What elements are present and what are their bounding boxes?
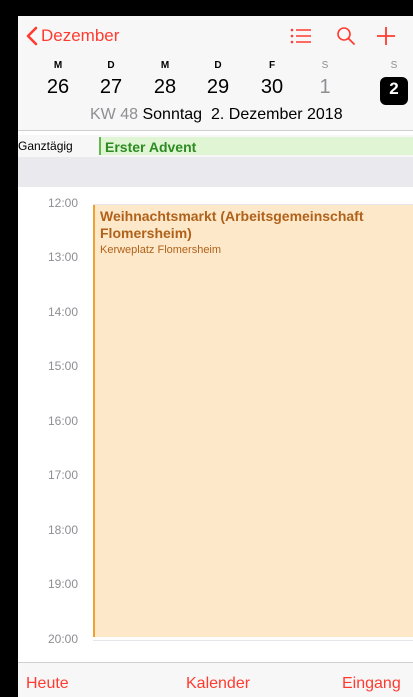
event-title: Weihnachtsmarkt (Arbeitsgemeinschaft Flo… xyxy=(100,208,364,241)
allday-event-title: Erster Advent xyxy=(105,139,197,155)
hour-label: 19:00 xyxy=(48,577,79,591)
hour-label: 12:00 xyxy=(48,196,79,210)
day-27[interactable]: 27 xyxy=(91,76,131,99)
weekday-letter-sun: S xyxy=(390,60,398,71)
day-1[interactable]: 1 xyxy=(305,76,345,99)
weekday-letter-wed: M xyxy=(160,60,170,71)
day-2-selected[interactable]: 2 xyxy=(374,79,413,99)
calendar-screen: Dezember M D M D F S S 26 27 28 29 30 1 … xyxy=(18,16,413,697)
calendar-week-label: KW 48 xyxy=(90,106,139,123)
day-29[interactable]: 29 xyxy=(198,76,238,99)
plus-icon[interactable] xyxy=(376,26,396,51)
allday-event[interactable]: Erster Advent xyxy=(99,137,413,155)
day-28[interactable]: 28 xyxy=(145,76,185,99)
today-button[interactable]: Heute xyxy=(26,675,69,693)
hour-label: 17:00 xyxy=(48,468,79,482)
hour-label: 20:00 xyxy=(48,632,79,646)
allday-separator xyxy=(18,157,413,187)
calendars-button[interactable]: Kalender xyxy=(186,675,250,693)
list-icon[interactable] xyxy=(290,26,312,51)
hour-label: 13:00 xyxy=(48,250,79,264)
weekday-letter-mon: M xyxy=(53,60,63,71)
calendar-header: Dezember M D M D F S S 26 27 28 29 30 1 … xyxy=(18,16,413,131)
day-timeline[interactable]: 12:00 13:00 14:00 15:00 16:00 17:00 18:0… xyxy=(18,187,413,662)
weekday-letter-sat: S xyxy=(321,60,329,71)
day-30[interactable]: 30 xyxy=(252,76,292,99)
selected-date-line: KW 48 Sonntag 2. Dezember 2018 xyxy=(90,106,343,124)
weekday-letter-fri: F xyxy=(268,60,276,71)
hour-label: 16:00 xyxy=(48,414,79,428)
back-button[interactable]: Dezember xyxy=(26,26,119,46)
weekday-letter-thu: D xyxy=(214,60,222,71)
event-location: Kerweplatz Flomersheim xyxy=(100,244,222,256)
bottom-toolbar: Heute Kalender Eingang xyxy=(18,662,413,697)
back-label: Dezember xyxy=(41,26,120,45)
chevron-left-icon xyxy=(26,26,38,46)
allday-label: Ganztägig xyxy=(18,139,73,153)
day-26[interactable]: 26 xyxy=(38,76,78,99)
search-icon[interactable] xyxy=(336,26,356,51)
selected-date-label: Sonntag 2. Dezember 2018 xyxy=(142,106,343,123)
hour-label: 15:00 xyxy=(48,359,79,373)
allday-row: Ganztägig Erster Advent xyxy=(18,135,413,157)
weekday-letter-tue: D xyxy=(107,60,115,71)
timed-event[interactable]: Weihnachtsmarkt (Arbeitsgemeinschaft Flo… xyxy=(93,205,413,637)
hour-label: 18:00 xyxy=(48,523,79,537)
inbox-button[interactable]: Eingang xyxy=(342,675,401,693)
hour-label: 14:00 xyxy=(48,305,79,319)
